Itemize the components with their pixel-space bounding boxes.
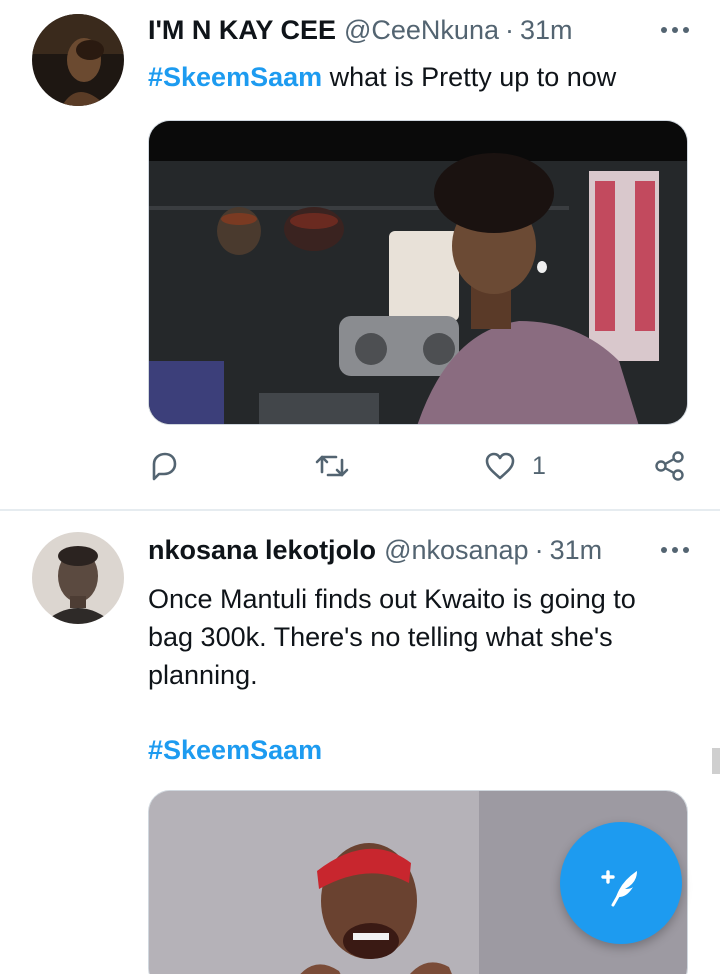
scrollbar-thumb[interactable] (712, 748, 720, 774)
video-still-image (149, 121, 687, 424)
like-button[interactable]: 1 (484, 446, 546, 486)
separator: · (534, 534, 544, 565)
author-handle[interactable]: @nkosanap (384, 535, 529, 566)
avatar[interactable] (32, 14, 124, 106)
tweet-text: #SkeemSaam what is Pretty up to now (148, 58, 680, 96)
retweet-icon (315, 455, 349, 477)
tweet-actions: 1 (148, 446, 688, 486)
avatar-image (32, 14, 124, 106)
separator: · (504, 14, 514, 45)
avatar-image (32, 532, 124, 624)
share-button[interactable] (654, 446, 686, 486)
tweet-text: Once Mantuli finds out Kwaito is going t… (148, 584, 636, 690)
tweet-divider (0, 509, 720, 511)
compose-feather-icon (601, 870, 637, 907)
retweet-button[interactable] (314, 446, 350, 486)
like-icon (485, 452, 515, 480)
avatar[interactable] (32, 532, 124, 624)
share-icon (655, 451, 684, 481)
tweet-card[interactable]: I'M N KAY CEE @CeeNkuna · 31m #SkeemSaam… (0, 0, 720, 510)
more-options-icon[interactable] (646, 12, 690, 48)
hashtag-link[interactable]: #SkeemSaam (148, 62, 322, 92)
tweet-header: I'M N KAY CEE @CeeNkuna · 31m (148, 12, 690, 48)
hashtag-link[interactable]: #SkeemSaam (148, 731, 322, 769)
author-name[interactable]: nkosana lekotjolo (148, 535, 376, 566)
reply-button[interactable] (148, 446, 180, 486)
tweet-text-body: what is Pretty up to now (322, 62, 617, 92)
more-options-icon[interactable] (646, 532, 690, 568)
like-count: 1 (532, 451, 546, 480)
reply-icon (152, 452, 177, 481)
author-name[interactable]: I'M N KAY CEE (148, 15, 336, 46)
tweet-media[interactable] (148, 120, 688, 425)
tweet-header: nkosana lekotjolo @nkosanap · 31m (148, 532, 690, 568)
timestamp[interactable]: 31m (520, 15, 573, 46)
compose-button[interactable] (560, 822, 682, 944)
author-handle[interactable]: @CeeNkuna (344, 15, 499, 46)
timestamp[interactable]: 31m (550, 535, 603, 566)
